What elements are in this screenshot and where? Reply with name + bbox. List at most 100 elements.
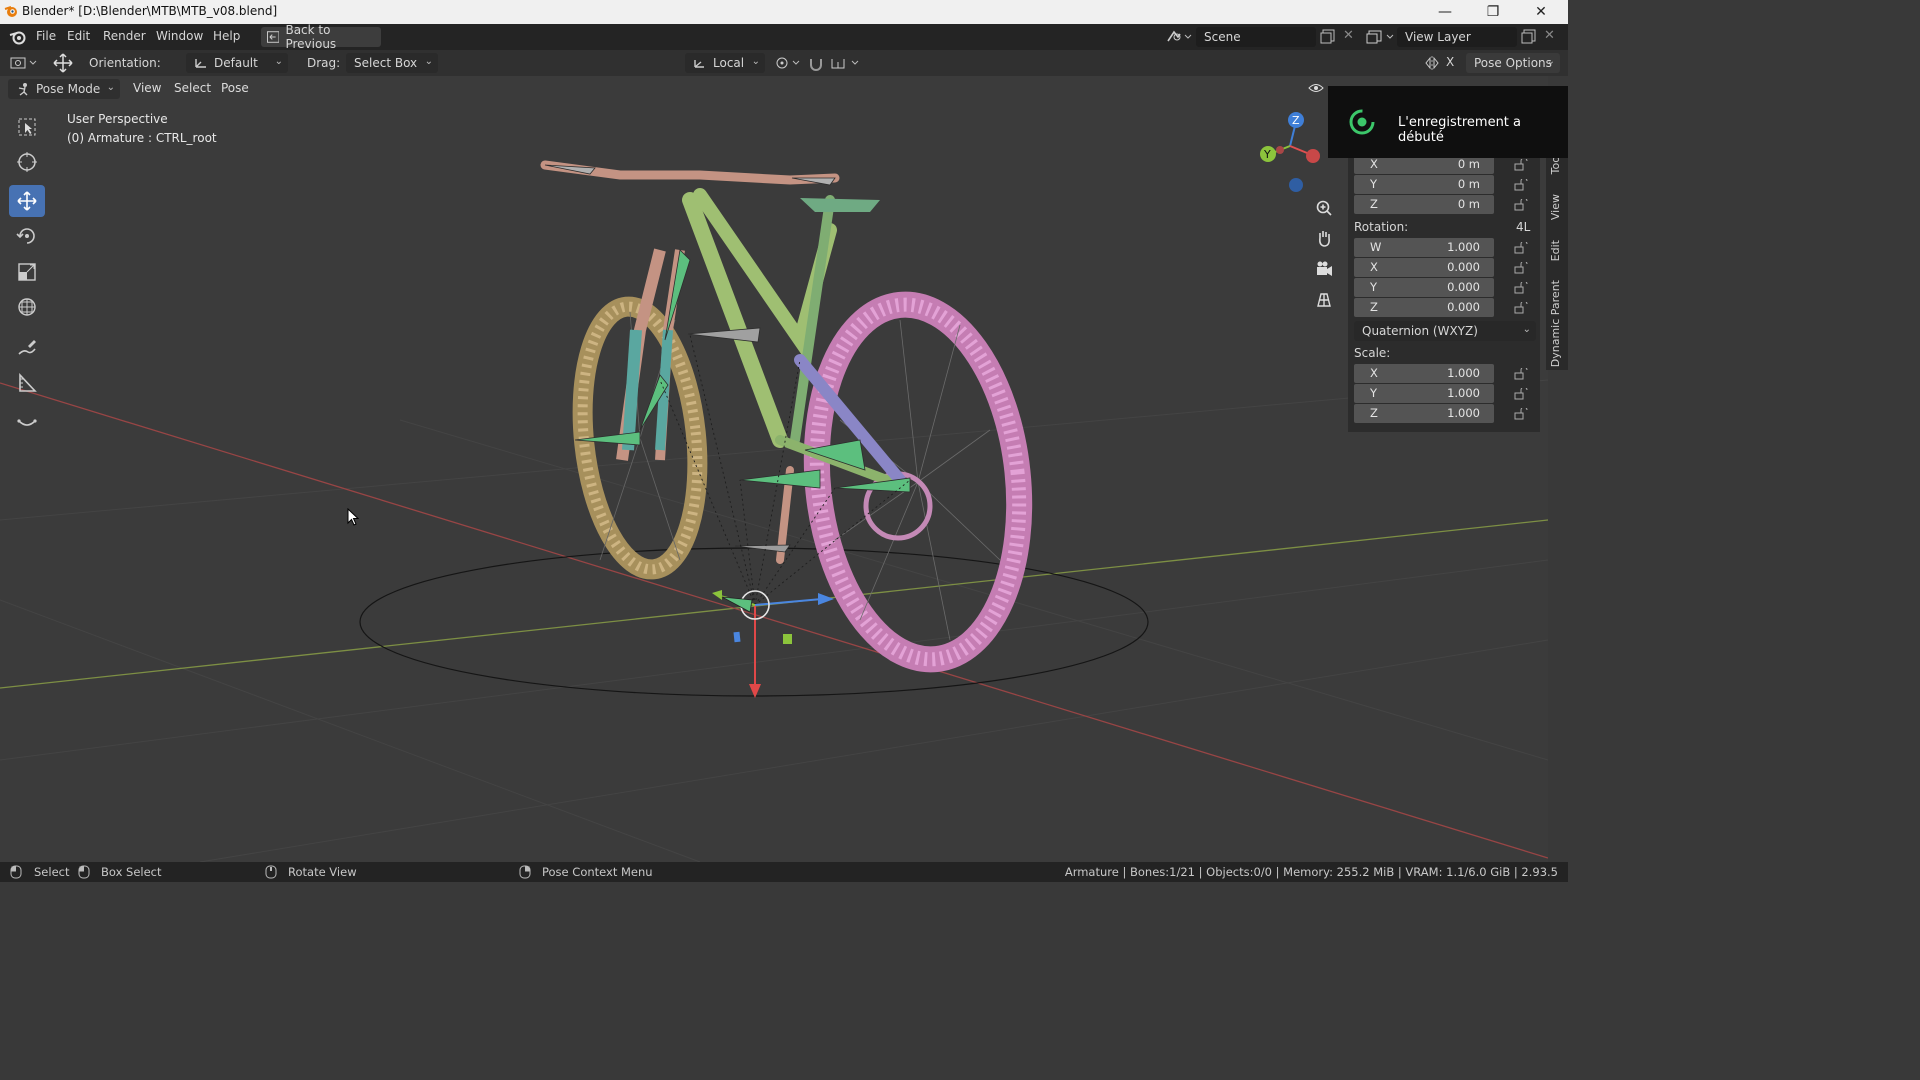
top-menubar: File Edit Render Window Help Back to Pre… <box>0 23 1568 51</box>
editor-type-icon[interactable] <box>10 55 40 71</box>
drag-value: Select Box <box>354 56 418 70</box>
cursor-tool[interactable] <box>9 146 45 178</box>
3d-viewport[interactable]: Pose Mode ⌄ View Select Pose User Perspe… <box>0 76 1548 862</box>
snap-icon[interactable] <box>808 55 862 71</box>
orientation-value: Default <box>214 56 258 70</box>
new-scene-icon[interactable] <box>1320 29 1336 45</box>
scale-z-field[interactable]: Z 1.000 <box>1354 404 1494 423</box>
transform-tool[interactable] <box>9 291 45 323</box>
transform-gizmo[interactable] <box>712 590 834 698</box>
lock-icon[interactable] <box>1514 282 1528 294</box>
recording-notification-text: L'enregistrement a débuté <box>1398 115 1521 145</box>
front-fork[interactable] <box>616 248 685 461</box>
location-z-field[interactable]: Z0 m <box>1354 195 1494 214</box>
item-properties-panel: X0 m Y0 m Z0 m Rotation: 4L W 1.000 X 0.00… <box>1348 150 1540 432</box>
rotation-z-field[interactable]: Z 0.000 <box>1354 298 1494 317</box>
lock-icon[interactable] <box>1514 262 1528 274</box>
show-gizmo-icon[interactable] <box>1308 82 1324 94</box>
viewport-menu-pose[interactable]: Pose <box>221 81 249 95</box>
gizmo-x-axis[interactable] <box>1306 149 1320 163</box>
rotation-y-field[interactable]: Y 0.000 <box>1354 278 1494 297</box>
lock-icon[interactable] <box>1514 368 1528 380</box>
scale-x-field[interactable]: X 1.000 <box>1354 364 1494 383</box>
menu-file[interactable]: File <box>36 29 56 43</box>
perspective-toggle-icon[interactable] <box>1312 288 1336 312</box>
tool-settings-header: Orientation: Default ⌄ Drag: Select Box … <box>0 50 1568 76</box>
scene-selector-icon[interactable] <box>1166 29 1192 45</box>
select-box-tool[interactable] <box>9 111 45 143</box>
interaction-mode-dropdown[interactable]: Pose Mode ⌄ <box>8 79 120 99</box>
scale-y-field[interactable]: Y 1.000 <box>1354 384 1494 403</box>
tab-view[interactable]: View <box>1549 194 1562 220</box>
menu-render[interactable]: Render <box>103 29 146 43</box>
lock-icon[interactable] <box>1514 302 1528 314</box>
measure-tool[interactable] <box>9 367 45 399</box>
mouse-right-icon <box>519 865 531 879</box>
drag-dropdown[interactable]: Select Box ⌄ <box>346 53 438 73</box>
pose-mode-icon <box>18 83 28 96</box>
rear-wheel[interactable] <box>800 291 1036 673</box>
orientation-dropdown[interactable]: Default ⌄ <box>186 53 288 73</box>
lock-icon[interactable] <box>1514 242 1528 254</box>
gizmo-neg-z-axis[interactable] <box>1289 178 1303 192</box>
view-layer-field[interactable]: View Layer <box>1397 27 1517 47</box>
bone-roll-tool[interactable] <box>9 407 45 439</box>
rotation-x-field[interactable]: X 0.000 <box>1354 258 1494 277</box>
back-to-previous-button[interactable]: Back to Previous <box>261 23 381 51</box>
location-y-field[interactable]: Y0 m <box>1354 175 1494 194</box>
zoom-icon[interactable] <box>1312 196 1336 220</box>
transform-orientation-icon <box>694 60 704 68</box>
rotate-tool[interactable] <box>9 220 45 252</box>
pivot-dropdown[interactable]: Local ⌄ <box>685 53 765 73</box>
rotation-mode-dropdown[interactable]: Quaternion (WXYZ) ⌄ <box>1354 321 1536 341</box>
annotate-tool[interactable] <box>9 332 45 364</box>
x-mirror-toggle[interactable]: X <box>1446 55 1454 69</box>
menu-help[interactable]: Help <box>213 29 240 43</box>
lock-icon[interactable] <box>1514 199 1528 211</box>
lock-icon[interactable] <box>1514 179 1528 191</box>
viewport-menu-view[interactable]: View <box>133 81 161 95</box>
lock-icon[interactable] <box>1514 388 1528 400</box>
view-layer-selector-icon[interactable] <box>1366 29 1396 45</box>
menu-window[interactable]: Window <box>156 29 203 43</box>
mirror-pose-icon[interactable] <box>1424 55 1440 71</box>
delete-view-layer-icon[interactable]: ✕ <box>1544 28 1555 43</box>
saddle[interactable] <box>800 198 880 212</box>
navigation-gizmo[interactable]: Z Y <box>1256 110 1326 196</box>
tab-dynamic-parent[interactable]: Dynamic Parent <box>1549 280 1562 367</box>
restore-icon[interactable]: ❐ <box>1470 0 1516 24</box>
lock-icon[interactable] <box>1514 159 1528 171</box>
scale-tool[interactable] <box>9 256 45 288</box>
status-bar: Select Box Select Rotate View Pose Conte… <box>0 862 1568 882</box>
new-view-layer-icon[interactable] <box>1521 29 1537 45</box>
lock-icon[interactable] <box>1514 408 1528 420</box>
orientation-label: Orientation: <box>89 56 161 70</box>
pivot-point-icon[interactable] <box>773 55 803 71</box>
delete-scene-icon[interactable]: ✕ <box>1343 28 1354 43</box>
minimize-icon[interactable]: — <box>1422 0 1468 24</box>
cursor-icon <box>17 152 37 172</box>
chevron-down-icon: ⌄ <box>1546 56 1555 67</box>
scene-name-field[interactable]: Scene <box>1196 27 1316 47</box>
view-layer-name: View Layer <box>1405 30 1471 44</box>
pose-options-dropdown[interactable]: Pose Options ⌄ <box>1466 53 1560 73</box>
scale-label: Scale: <box>1354 346 1391 360</box>
move-tool-icon[interactable] <box>52 53 74 73</box>
camera-view-icon[interactable] <box>1312 257 1336 281</box>
rotation-lock-mode[interactable]: 4L <box>1516 220 1530 234</box>
tab-tool[interactable]: Too <box>1549 156 1562 174</box>
chevron-down-icon: ⌄ <box>274 56 283 67</box>
scale-icon <box>18 263 36 281</box>
blender-menu-icon[interactable] <box>9 29 26 45</box>
tab-edit[interactable]: Edit <box>1549 240 1562 261</box>
close-icon[interactable]: ✕ <box>1518 0 1564 24</box>
viewport-menu-select[interactable]: Select <box>174 81 211 95</box>
menu-edit[interactable]: Edit <box>67 29 90 43</box>
rotation-label: Rotation: <box>1354 220 1409 234</box>
pivot-value: Local <box>713 56 745 70</box>
gizmo-z-label: Z <box>1292 114 1300 127</box>
pan-hand-icon[interactable] <box>1312 226 1336 250</box>
back-to-previous-label: Back to Previous <box>285 23 337 51</box>
move-tool[interactable] <box>9 185 45 217</box>
rotation-w-field[interactable]: W 1.000 <box>1354 238 1494 257</box>
